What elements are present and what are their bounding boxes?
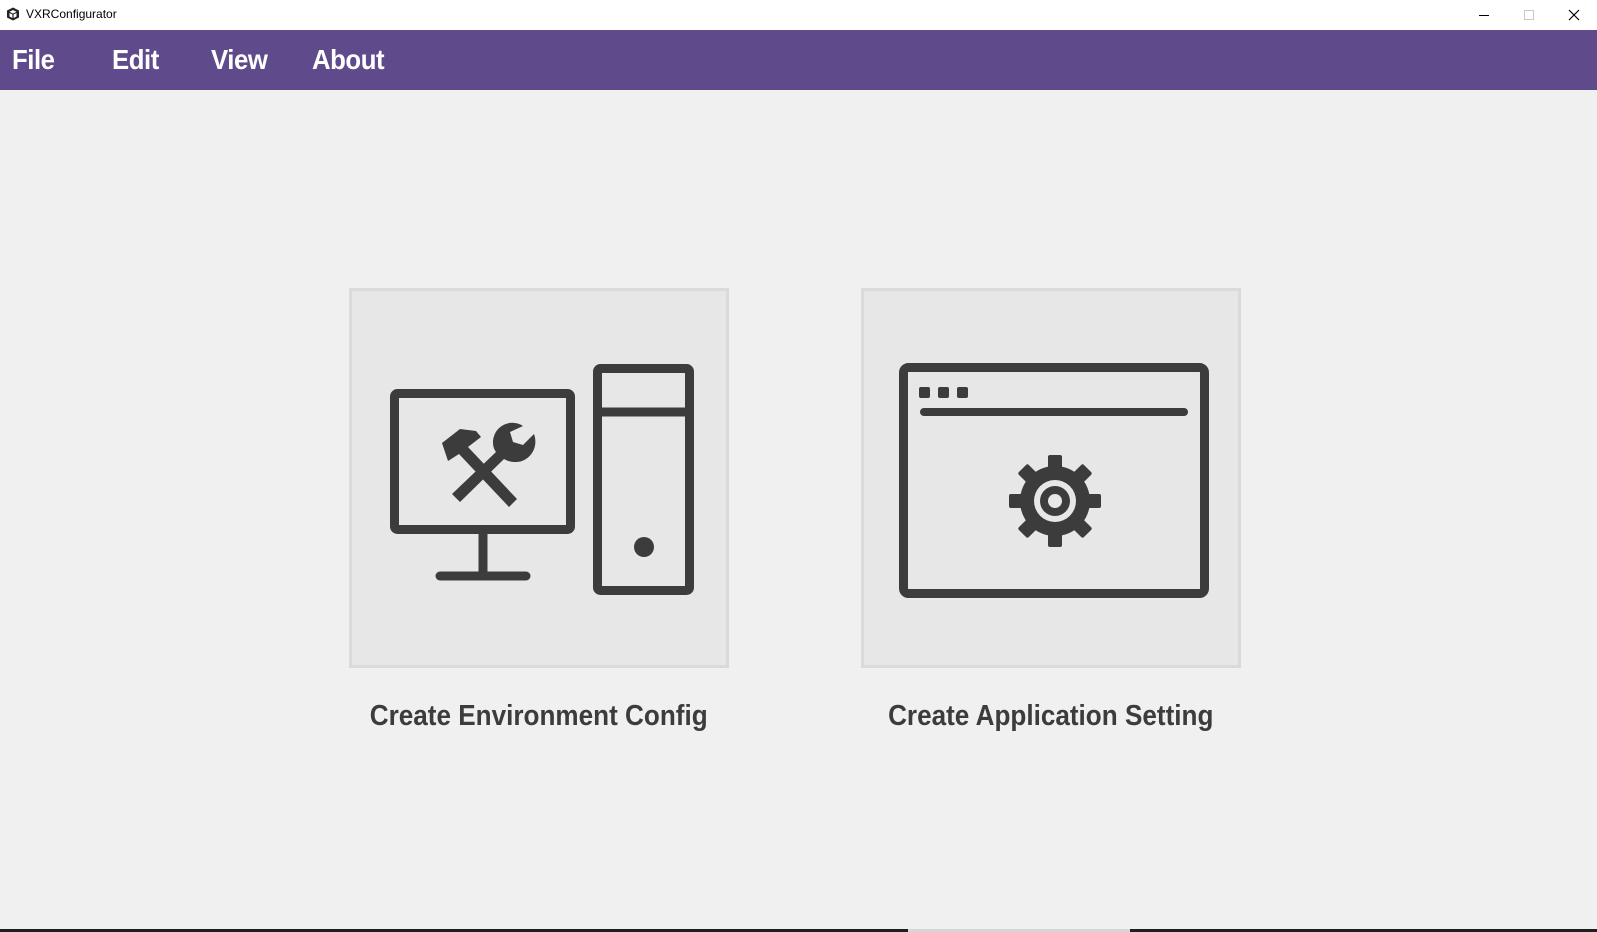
minimize-button[interactable] [1461,0,1507,30]
create-application-setting-card[interactable] [861,288,1241,668]
close-icon [1568,9,1580,21]
menu-file[interactable]: File [12,44,55,76]
computer-tools-icon [390,364,694,595]
create-environment-config-label[interactable]: Create Environment Config [299,700,779,733]
create-application-setting-text: Create Application Setting [888,700,1214,732]
maximize-button[interactable] [1506,0,1552,30]
create-environment-config-text: Create Environment Config [370,700,708,732]
maximize-icon [1524,10,1534,20]
app-window: VXRConfigurator File Edit View About Cre… [0,0,1597,932]
menu-bar: File Edit View About [0,30,1597,90]
window-title: VXRConfigurator [26,7,117,21]
cube-logo-icon [7,7,19,21]
window-gear-icon [899,363,1209,598]
create-application-setting-label[interactable]: Create Application Setting [811,700,1291,733]
minimize-icon [1479,15,1489,16]
menu-about[interactable]: About [312,44,385,76]
title-bar[interactable]: VXRConfigurator [0,0,1597,30]
create-environment-config-card[interactable] [349,288,729,668]
menu-view[interactable]: View [211,44,268,76]
close-button[interactable] [1551,0,1597,30]
menu-edit[interactable]: Edit [112,44,159,76]
